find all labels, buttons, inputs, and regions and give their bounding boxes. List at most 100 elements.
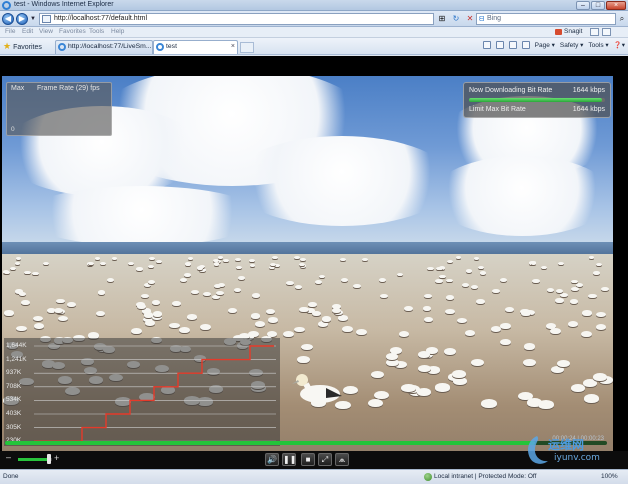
bitrate-series-line xyxy=(34,345,274,442)
home-icon[interactable] xyxy=(482,41,491,49)
gannet-bird xyxy=(530,261,537,265)
gannet-bird xyxy=(341,277,349,282)
tab-livesmooth[interactable]: http://localhost:77/LiveSm... xyxy=(55,40,153,54)
compatibility-view-icon[interactable]: ⊞ xyxy=(436,13,448,25)
maximize-button[interactable]: □ xyxy=(591,1,605,10)
gannet-bird xyxy=(156,259,162,263)
forward-button[interactable]: ▶ xyxy=(16,13,28,25)
refresh-icon[interactable]: ↻ xyxy=(450,13,462,25)
globe-icon xyxy=(424,473,432,481)
frame-rate-panel: Max Frame Rate (29) fps 0 xyxy=(6,82,112,136)
playback-progress[interactable]: 00:00:24 | 00:00:23 xyxy=(5,436,607,445)
gannet-bird xyxy=(550,328,561,335)
stop-icon[interactable]: ✕ xyxy=(464,13,476,25)
snagit-window-icon[interactable] xyxy=(602,28,611,36)
gannet-bird xyxy=(331,308,341,314)
gannet-bird xyxy=(212,294,221,300)
gannet-bird xyxy=(252,293,261,298)
ie-logo-icon xyxy=(2,1,11,10)
snagit-button[interactable]: Snagit xyxy=(564,28,582,35)
back-button[interactable]: ◀ xyxy=(2,13,14,25)
address-input[interactable]: http://localhost:77/default.html xyxy=(39,13,434,25)
menu-view[interactable]: View xyxy=(39,28,53,35)
gannet-bird xyxy=(213,262,220,266)
player-viewport: Max Frame Rate (29) fps 0 Now Downloadin… xyxy=(0,56,628,471)
pause-button[interactable]: ❚❚ xyxy=(282,453,296,466)
address-tools: ⊞ ↻ ✕ xyxy=(436,13,476,25)
bitrate-level-bar xyxy=(469,98,605,102)
title-bar: test - Windows Internet Explorer – □ × xyxy=(0,0,628,11)
gannet-bird xyxy=(141,293,150,299)
gannet-bird xyxy=(250,313,261,319)
volume-down-button[interactable]: – xyxy=(6,453,14,462)
gannet-bird xyxy=(595,324,607,330)
graph-tick-label: 937K xyxy=(6,369,22,377)
gannet-bird xyxy=(294,284,303,289)
feeds-icon[interactable] xyxy=(495,41,504,49)
gannet-bird xyxy=(583,394,600,403)
snagit-capture-icon[interactable] xyxy=(590,28,599,36)
limit-row: Limit Max Bit Rate 1644 kbps xyxy=(469,106,605,113)
gannet-bird xyxy=(32,271,39,276)
favorites-button[interactable]: ★ Favorites xyxy=(3,41,42,52)
gannet-bird xyxy=(301,343,313,351)
window-controls: – □ × xyxy=(576,1,626,10)
watermark: 运维网 iyunv.com xyxy=(520,432,624,472)
menu-edit[interactable]: Edit xyxy=(22,28,33,35)
history-dropdown-icon[interactable]: ▼ xyxy=(30,14,36,26)
gannet-bird xyxy=(107,278,115,282)
close-button[interactable]: × xyxy=(606,1,626,10)
volume-up-button[interactable]: + xyxy=(54,454,59,463)
menu-file[interactable]: File xyxy=(5,28,15,35)
tab-test[interactable]: test × xyxy=(153,40,238,54)
stop-button[interactable]: ■ xyxy=(301,453,315,466)
downloading-value: 1644 kbps xyxy=(572,87,605,94)
cloud xyxy=(432,156,612,236)
search-icon[interactable]: ⌕ xyxy=(617,13,627,25)
gannet-bird xyxy=(473,256,480,260)
gannet-bird xyxy=(228,307,238,313)
gannet-bird xyxy=(43,261,49,266)
command-tools: Page ▾ Safety ▾ Tools ▾ ❓▾ xyxy=(482,41,625,49)
safety-menu[interactable]: Safety ▾ xyxy=(560,41,584,49)
graph-toggle-button[interactable]: ⩕ xyxy=(335,453,349,466)
new-tab-button[interactable] xyxy=(240,42,254,53)
gannet-bird xyxy=(338,315,349,321)
volume-slider-handle[interactable] xyxy=(46,454,51,464)
tab-close-icon[interactable]: × xyxy=(231,41,235,53)
bitrate-graph: 1,644K1,241K937K708K534K403K305K230K xyxy=(4,338,280,446)
gannet-bird xyxy=(362,257,368,261)
print-icon[interactable] xyxy=(521,41,530,49)
tab-label: http://localhost:77/LiveSm... xyxy=(68,43,152,50)
downloading-row: Now Downloading Bit Rate 1644 kbps xyxy=(469,87,605,94)
gannet-bird xyxy=(342,326,353,332)
search-input[interactable]: ᗺ Bing xyxy=(476,13,616,25)
fullscreen-button[interactable]: ⤢ xyxy=(318,453,332,466)
menu-bar: File Edit View Favorites Tools Help Snag… xyxy=(0,27,628,38)
watermark-url: iyunv.com xyxy=(554,453,600,463)
graph-tick-label: 534K xyxy=(6,396,22,404)
menu-favorites[interactable]: Favorites xyxy=(59,28,86,35)
gannet-bird xyxy=(353,284,361,289)
gannet-bird xyxy=(596,311,606,317)
tools-menu[interactable]: Tools ▾ xyxy=(588,41,608,49)
menu-help[interactable]: Help xyxy=(111,28,124,35)
menu-tools[interactable]: Tools xyxy=(89,28,104,35)
gannet-bird xyxy=(187,314,197,320)
video-frame[interactable]: Max Frame Rate (29) fps 0 Now Downloadin… xyxy=(2,76,613,471)
gannet-bird xyxy=(136,267,143,271)
gannet-bird xyxy=(452,377,467,385)
mute-button[interactable]: 🔊 xyxy=(265,453,279,466)
minimize-button[interactable]: – xyxy=(576,1,590,10)
security-zone: Local intranet | Protected Mode: Off xyxy=(424,473,537,481)
page-menu[interactable]: Page ▾ xyxy=(535,41,555,49)
gannet-bird xyxy=(300,257,306,261)
mail-icon[interactable] xyxy=(508,41,517,49)
gannet-bird xyxy=(356,328,367,335)
security-zone-label: Local intranet | Protected Mode: Off xyxy=(434,473,537,480)
gannet-bird xyxy=(567,321,578,327)
graph-tick-label: 403K xyxy=(6,410,22,417)
help-menu[interactable]: ❓▾ xyxy=(614,41,625,49)
gannet-bird xyxy=(556,359,570,368)
zoom-level[interactable]: 100% xyxy=(601,473,618,480)
